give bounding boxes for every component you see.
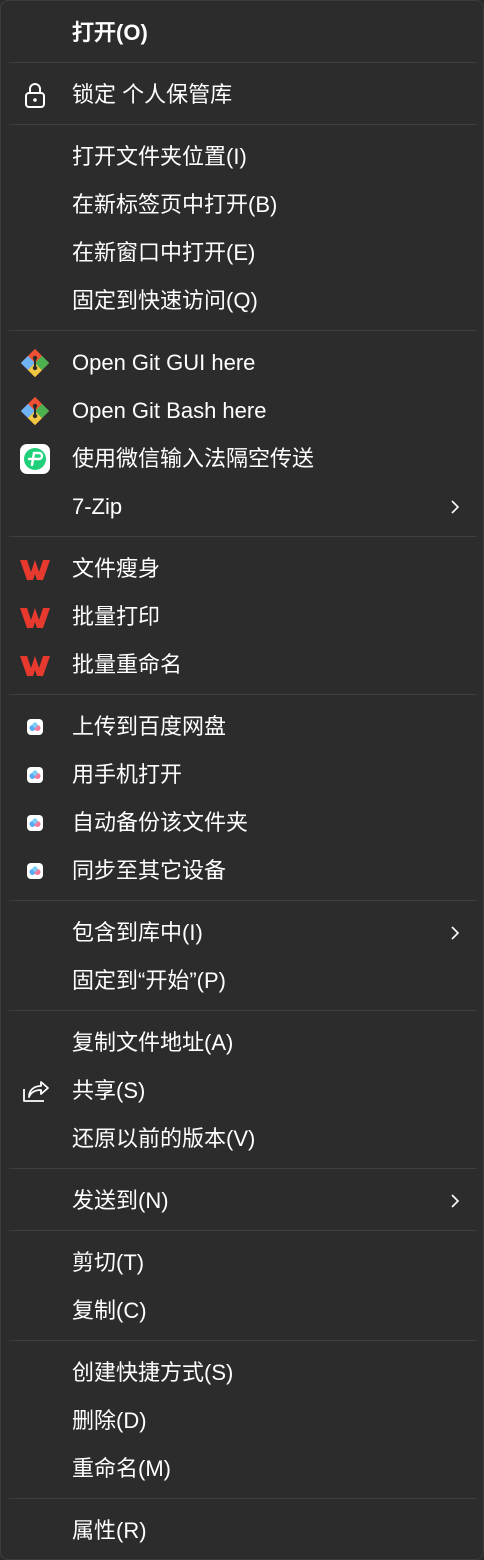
menu-item-label: Open Git GUI here xyxy=(72,350,256,375)
menu-item-copy[interactable]: 复制(C) xyxy=(1,1289,484,1333)
menu-item-label: 同步至其它设备 xyxy=(72,858,227,883)
context-menu: 打开(O) 锁定 个人保管库 打开文件夹位置(I) 在新标签页中打开(B) 在新… xyxy=(0,0,484,1560)
wps-icon xyxy=(19,649,51,681)
menu-item-label: 打开(O) xyxy=(72,20,148,45)
menu-item-pin-quick-access[interactable]: 固定到快速访问(Q) xyxy=(1,279,484,323)
baidu-netdisk-icon xyxy=(19,855,51,887)
menu-item-pin-start[interactable]: 固定到“开始”(P) xyxy=(1,959,484,1003)
menu-item-open-phone[interactable]: 用手机打开 xyxy=(1,753,484,797)
menu-item-label: 自动备份该文件夹 xyxy=(72,810,249,835)
menu-item-rename[interactable]: 重命名(M) xyxy=(1,1447,484,1491)
separator xyxy=(9,1230,477,1231)
menu-item-label: 固定到快速访问(Q) xyxy=(72,288,258,313)
menu-item-label: 共享(S) xyxy=(72,1078,146,1103)
menu-item-label: 属性(R) xyxy=(72,1518,147,1543)
baidu-netdisk-icon xyxy=(19,759,51,791)
menu-item-include-library[interactable]: 包含到库中(I) xyxy=(1,911,484,955)
menu-item-label: 还原以前的版本(V) xyxy=(72,1126,256,1151)
separator xyxy=(9,330,477,331)
menu-item-git-gui[interactable]: Open Git GUI here xyxy=(1,341,484,385)
share-icon xyxy=(19,1075,51,1107)
menu-item-send-to[interactable]: 发送到(N) xyxy=(1,1179,484,1223)
menu-item-label: 剪切(T) xyxy=(72,1250,145,1275)
separator xyxy=(9,536,477,537)
menu-item-sync-devices[interactable]: 同步至其它设备 xyxy=(1,849,484,893)
separator xyxy=(9,1168,477,1169)
separator xyxy=(9,1498,477,1499)
menu-item-wechat-ime-transfer[interactable]: 使用微信输入法隔空传送 xyxy=(1,437,484,481)
menu-item-open[interactable]: 打开(O) xyxy=(1,11,484,55)
baidu-netdisk-icon xyxy=(19,711,51,743)
menu-item-lock-vault[interactable]: 锁定 个人保管库 xyxy=(1,73,484,117)
menu-item-batch-print[interactable]: 批量打印 xyxy=(1,595,484,639)
lock-icon xyxy=(19,79,51,111)
git-icon xyxy=(19,347,51,379)
menu-item-upload-baidu[interactable]: 上传到百度网盘 xyxy=(1,705,484,749)
menu-item-label: 发送到(N) xyxy=(72,1188,169,1213)
separator xyxy=(9,124,477,125)
separator xyxy=(9,694,477,695)
wps-icon xyxy=(19,553,51,585)
menu-item-label: 7-Zip xyxy=(72,494,123,519)
separator xyxy=(9,1010,477,1011)
menu-item-share[interactable]: 共享(S) xyxy=(1,1069,484,1113)
chevron-right-icon xyxy=(443,1189,467,1213)
chevron-right-icon xyxy=(443,495,467,519)
menu-item-open-new-tab[interactable]: 在新标签页中打开(B) xyxy=(1,183,484,227)
menu-item-delete[interactable]: 删除(D) xyxy=(1,1399,484,1443)
menu-item-open-folder-location[interactable]: 打开文件夹位置(I) xyxy=(1,135,484,179)
separator xyxy=(9,900,477,901)
menu-item-label: 批量打印 xyxy=(72,604,161,629)
menu-item-label: 在新标签页中打开(B) xyxy=(72,192,278,217)
menu-item-label: 用手机打开 xyxy=(72,762,183,787)
menu-item-label: 重命名(M) xyxy=(72,1456,171,1481)
wechat-ime-icon xyxy=(19,443,51,475)
menu-item-cut[interactable]: 剪切(T) xyxy=(1,1241,484,1285)
separator xyxy=(9,62,477,63)
menu-item-file-slim[interactable]: 文件瘦身 xyxy=(1,547,484,591)
menu-item-restore-versions[interactable]: 还原以前的版本(V) xyxy=(1,1117,484,1161)
menu-item-copy-path[interactable]: 复制文件地址(A) xyxy=(1,1021,484,1065)
menu-item-label: 批量重命名 xyxy=(72,652,183,677)
menu-item-create-shortcut[interactable]: 创建快捷方式(S) xyxy=(1,1351,484,1395)
menu-item-label: 包含到库中(I) xyxy=(72,920,203,945)
menu-item-label: 复制(C) xyxy=(72,1298,147,1323)
menu-item-label: 在新窗口中打开(E) xyxy=(72,240,256,265)
menu-item-label: 删除(D) xyxy=(72,1408,147,1433)
menu-item-label: 使用微信输入法隔空传送 xyxy=(72,446,315,471)
menu-item-label: 锁定 个人保管库 xyxy=(72,82,233,107)
menu-item-properties[interactable]: 属性(R) xyxy=(1,1509,484,1553)
menu-item-batch-rename[interactable]: 批量重命名 xyxy=(1,643,484,687)
menu-item-label: 文件瘦身 xyxy=(72,556,161,581)
wps-icon xyxy=(19,601,51,633)
menu-item-label: 打开文件夹位置(I) xyxy=(72,144,247,169)
baidu-netdisk-icon xyxy=(19,807,51,839)
menu-item-git-bash[interactable]: Open Git Bash here xyxy=(1,389,484,433)
menu-item-label: 创建快捷方式(S) xyxy=(72,1360,234,1385)
menu-item-label: 上传到百度网盘 xyxy=(72,714,227,739)
chevron-right-icon xyxy=(443,921,467,945)
menu-item-auto-backup[interactable]: 自动备份该文件夹 xyxy=(1,801,484,845)
menu-item-label: 固定到“开始”(P) xyxy=(72,968,226,993)
git-icon xyxy=(19,395,51,427)
menu-item-7zip[interactable]: 7-Zip xyxy=(1,485,484,529)
separator xyxy=(9,1340,477,1341)
menu-item-label: Open Git Bash here xyxy=(72,398,267,423)
menu-item-open-new-window[interactable]: 在新窗口中打开(E) xyxy=(1,231,484,275)
menu-item-label: 复制文件地址(A) xyxy=(72,1030,234,1055)
